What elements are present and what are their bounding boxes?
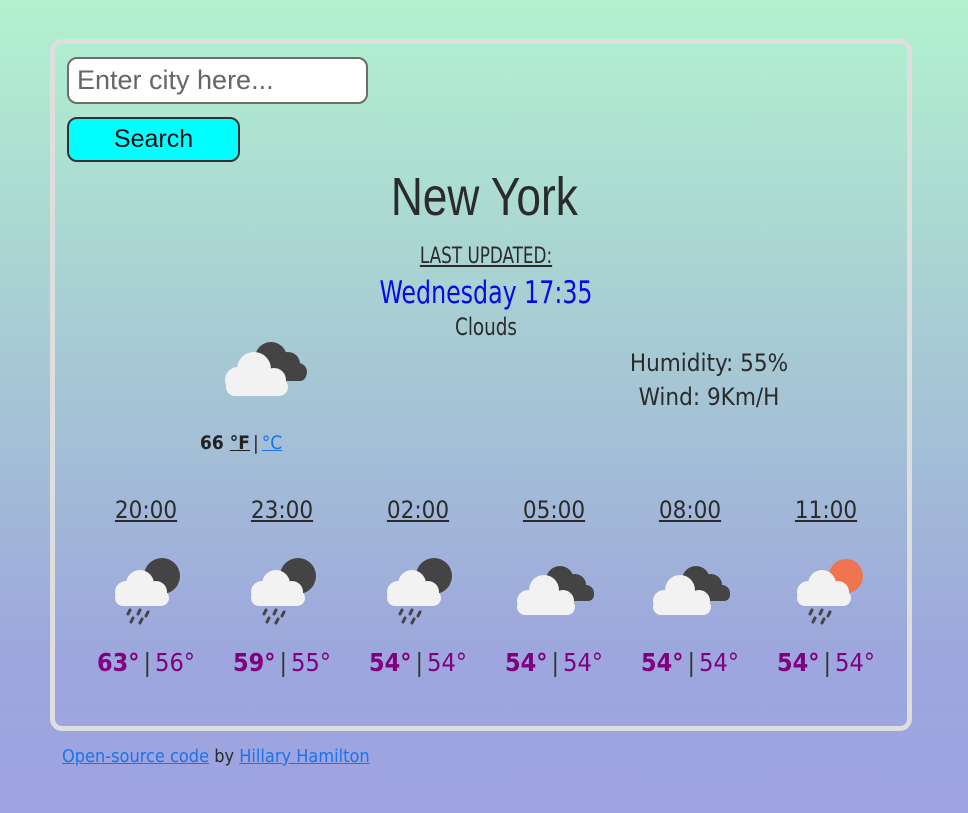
rain-cloud-moon-icon — [387, 558, 452, 625]
temperature-value: 66 — [200, 432, 224, 454]
forecast-max: 59° — [233, 648, 276, 677]
rain-cloud-moon-icon — [251, 558, 316, 625]
forecast-time: 05:00 — [522, 496, 586, 524]
forecast-item: 20:00 63° | 56° — [86, 496, 206, 677]
forecast-max: 54° — [641, 648, 684, 677]
forecast-separator: | — [687, 648, 696, 677]
forecast-min: 54° — [427, 648, 467, 677]
forecast-min: 56° — [155, 648, 195, 677]
date-time: Wednesday 17:35 — [379, 275, 593, 311]
forecast-time: 08:00 — [658, 496, 722, 524]
forecast-item: 08:00 54° | 54° — [630, 496, 750, 677]
forecast-item: 23:00 59° | 55° — [222, 496, 342, 677]
humidity: Humidity: 55% — [629, 349, 789, 377]
forecast-max: 54° — [505, 648, 548, 677]
forecast-item: 11:00 54° | 54° — [766, 496, 886, 677]
forecast-max: 63° — [97, 648, 140, 677]
wind: Wind: 9Km/H — [638, 383, 780, 411]
forecast-time: 23:00 — [250, 496, 314, 524]
forecast-temps: 59° | 55° — [222, 648, 342, 677]
forecast-temps: 63° | 56° — [86, 648, 206, 677]
forecast-time: 20:00 — [114, 496, 178, 524]
forecast-min: 54° — [563, 648, 603, 677]
current-temperature: 66 °F | °C — [200, 432, 282, 454]
forecast-time: 11:00 — [794, 496, 858, 524]
forecast-separator: | — [823, 648, 832, 677]
forecast-max: 54° — [369, 648, 412, 677]
footer: Open-source code by Hillary Hamilton — [62, 746, 370, 767]
broken-clouds-icon — [517, 566, 594, 615]
forecast-item: 02:00 54° | 54° — [358, 496, 478, 677]
footer-by: by — [214, 746, 235, 767]
forecast-temps: 54° | 54° — [766, 648, 886, 677]
celsius-link[interactable]: °C — [262, 432, 282, 454]
forecast-temps: 54° | 54° — [630, 648, 750, 677]
open-source-code-link[interactable]: Open-source code — [62, 746, 209, 767]
forecast-min: 55° — [291, 648, 331, 677]
last-updated-label: LAST UPDATED: — [419, 244, 553, 269]
forecast-time: 02:00 — [386, 496, 450, 524]
forecast-min: 54° — [835, 648, 875, 677]
city-search-input[interactable] — [67, 57, 368, 104]
rain-cloud-sun-icon — [797, 559, 863, 625]
unit-separator: | — [252, 432, 259, 454]
forecast-temps: 54° | 54° — [358, 648, 478, 677]
forecast-min: 54° — [699, 648, 739, 677]
forecast-temps: 54° | 54° — [494, 648, 614, 677]
fahrenheit-link[interactable]: °F — [230, 432, 250, 454]
author-link[interactable]: Hillary Hamilton — [239, 746, 369, 767]
forecast-separator: | — [143, 648, 152, 677]
forecast-separator: | — [551, 648, 560, 677]
rain-cloud-moon-icon — [115, 558, 180, 625]
forecast-separator: | — [279, 648, 288, 677]
weather-description: Clouds — [455, 313, 517, 341]
forecast-separator: | — [415, 648, 424, 677]
city-name: New York — [390, 167, 578, 227]
broken-clouds-icon — [653, 566, 730, 615]
search-button[interactable]: Search — [67, 117, 240, 162]
forecast-max: 54° — [777, 648, 820, 677]
forecast-item: 05:00 54° | 54° — [494, 496, 614, 677]
broken-clouds-icon — [225, 342, 307, 396]
